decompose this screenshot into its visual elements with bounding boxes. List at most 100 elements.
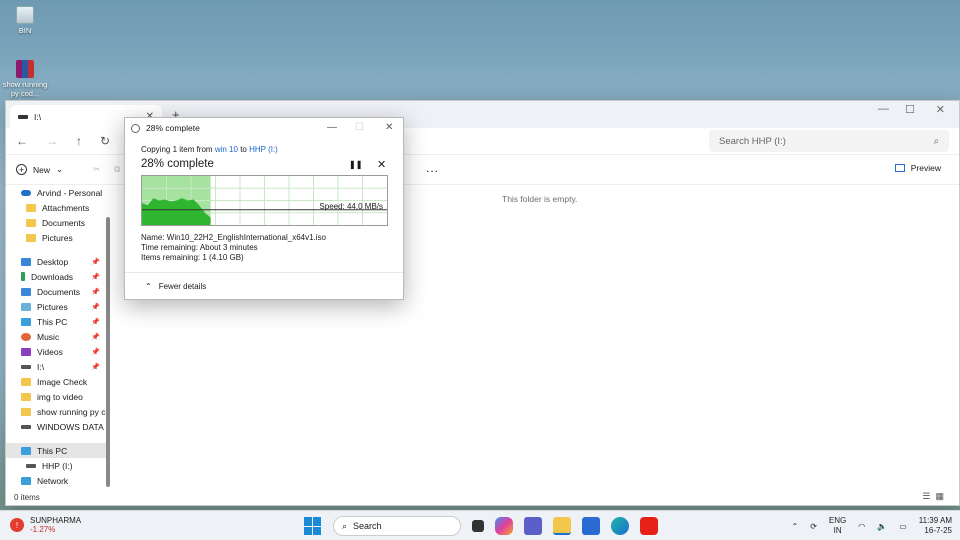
- sidebar-item-pictures[interactable]: Pictures 📌: [6, 299, 106, 314]
- sidebar-item-hhp[interactable]: HHP (I:): [6, 458, 106, 473]
- edge-icon[interactable]: [611, 517, 629, 535]
- sidebar-item-network[interactable]: Network: [6, 473, 106, 488]
- desktop-icon-bin[interactable]: BIN: [0, 6, 50, 35]
- wifi-icon[interactable]: ◠: [858, 522, 865, 531]
- store-icon[interactable]: [582, 517, 600, 535]
- sidebar-item-music[interactable]: Music 📌: [6, 329, 106, 344]
- pin-icon: 📌: [91, 303, 100, 311]
- file-name: Name: Win10_22H2_EnglishInternational_x6…: [141, 233, 326, 242]
- chevron-down-icon: ⌄: [56, 164, 64, 174]
- drive-icon: [21, 364, 31, 369]
- sidebar-item-pictures-cloud[interactable]: Pictures: [6, 230, 106, 245]
- pin-icon: 📌: [91, 273, 100, 281]
- stock-widget[interactable]: ! SUNPHARMA -1.27%: [10, 516, 81, 534]
- folder-icon: [26, 203, 36, 212]
- start-button[interactable]: [304, 517, 322, 535]
- search-input[interactable]: Search HHP (I:) ⌕: [709, 130, 949, 152]
- destination-link[interactable]: HHP (I:): [249, 145, 278, 154]
- pin-icon: 📌: [91, 258, 100, 266]
- file-explorer-icon[interactable]: [553, 517, 571, 535]
- video-icon: [21, 347, 31, 356]
- dialog-titlebar: 28% complete — ☐ ✕: [125, 118, 403, 138]
- youtube-icon[interactable]: [640, 517, 658, 535]
- time-remaining: Time remaining: About 3 minutes: [141, 243, 258, 252]
- music-icon: [21, 332, 31, 341]
- language-indicator[interactable]: ENG IN: [829, 516, 846, 536]
- desktop-icon: [21, 257, 31, 266]
- taskbar-search[interactable]: ⌕ Search: [333, 516, 461, 536]
- source-link[interactable]: win 10: [215, 145, 238, 154]
- drive-icon: [18, 114, 28, 119]
- sidebar-item-label: HHP (I:): [42, 460, 73, 471]
- view-toggle-buttons[interactable]: ☰▦: [922, 491, 949, 502]
- sidebar-item-label: img to video: [37, 391, 83, 402]
- sidebar-item-label: This PC: [37, 445, 68, 456]
- dialog-maximize-icon[interactable]: ☐: [355, 122, 364, 133]
- new-label: New: [33, 164, 51, 175]
- progress-heading: 28% complete: [141, 158, 214, 170]
- sidebar-item-attachments[interactable]: Attachments: [6, 200, 106, 215]
- dialog-minimize-icon[interactable]: —: [327, 122, 337, 133]
- sidebar-scrollbar[interactable]: [106, 217, 110, 487]
- computer-icon: [21, 317, 31, 326]
- clock[interactable]: 11:39 AM 16-7-25: [919, 516, 952, 536]
- cut-icon[interactable]: ✂: [93, 164, 100, 175]
- sidebar-item-onedrive[interactable]: Arvind - Personal: [6, 185, 106, 200]
- pictures-icon: [21, 302, 31, 311]
- sidebar-item-label: Pictures: [37, 301, 68, 312]
- fewer-details-button[interactable]: ⌃ Fewer details: [145, 282, 206, 291]
- chevron-up-icon[interactable]: ⌃: [792, 522, 799, 531]
- sidebar-item-documents-cloud[interactable]: Documents: [6, 215, 106, 230]
- minimize-icon[interactable]: —: [878, 103, 889, 115]
- stock-alert-icon: !: [10, 518, 24, 532]
- sidebar-item-label: Pictures: [42, 232, 73, 243]
- transfer-speed-graph: Speed: 44.0 MB/s: [141, 175, 388, 226]
- sidebar-item-image-check[interactable]: Image Check: [6, 374, 106, 389]
- speed-readout: Speed: 44.0 MB/s: [319, 202, 383, 211]
- sidebar-item-img-to-video[interactable]: img to video: [6, 389, 106, 404]
- fewer-details-label: Fewer details: [158, 282, 207, 291]
- up-icon[interactable]: ↑: [76, 134, 82, 148]
- battery-icon[interactable]: ▭: [899, 522, 907, 531]
- preview-button[interactable]: Preview: [894, 163, 941, 173]
- back-icon[interactable]: ←: [16, 134, 28, 148]
- new-button[interactable]: + New ⌄: [16, 164, 63, 175]
- pause-button[interactable]: ❚❚: [349, 160, 362, 169]
- sidebar-item-videos[interactable]: Videos 📌: [6, 344, 106, 359]
- volume-icon[interactable]: 🔈: [877, 522, 887, 531]
- sidebar-item-this-pc-pinned[interactable]: This PC 📌: [6, 314, 106, 329]
- folder-icon: [26, 218, 36, 227]
- sidebar-item-desktop[interactable]: Desktop 📌: [6, 254, 106, 269]
- drive-icon: [26, 463, 36, 468]
- sync-icon[interactable]: ⟳: [810, 522, 817, 531]
- close-icon[interactable]: ✕: [936, 103, 945, 116]
- sidebar-item-documents[interactable]: Documents 📌: [6, 284, 106, 299]
- more-options-button[interactable]: ...: [426, 161, 439, 175]
- sidebar-item-downloads[interactable]: Downloads 📌: [6, 269, 106, 284]
- taskbar-search-label: Search: [353, 521, 382, 531]
- sidebar-item-label: Documents: [37, 286, 80, 297]
- lang-bottom: IN: [833, 526, 842, 535]
- dialog-close-icon[interactable]: ✕: [385, 122, 393, 133]
- refresh-icon[interactable]: ↻: [100, 134, 110, 148]
- copilot-icon[interactable]: [495, 517, 513, 535]
- copy-prefix: Copying 1 item from: [141, 145, 213, 154]
- preview-label: Preview: [910, 163, 941, 173]
- cancel-copy-button[interactable]: ✕: [377, 158, 386, 171]
- task-view-icon[interactable]: [472, 520, 484, 532]
- sidebar-item-show-running[interactable]: show running py cod: [6, 404, 106, 419]
- clock-date: 16-7-25: [924, 526, 952, 535]
- search-icon: ⌕: [342, 520, 348, 531]
- maximize-icon[interactable]: ☐: [905, 103, 915, 116]
- copy-icon[interactable]: ⧉: [114, 164, 120, 175]
- sidebar-item-label: Documents: [42, 217, 85, 228]
- sidebar-item-i-drive[interactable]: I:\ 📌: [6, 359, 106, 374]
- forward-icon[interactable]: →: [46, 134, 58, 148]
- lang-top: ENG: [828, 516, 847, 525]
- folder-icon: [26, 233, 36, 242]
- sidebar-item-windows-data[interactable]: WINDOWS DATA (C:: [6, 419, 106, 434]
- sidebar-item-this-pc[interactable]: This PC: [6, 443, 106, 458]
- sidebar-item-label: WINDOWS DATA (C:: [37, 421, 106, 432]
- desktop-icon-script[interactable]: show running py cod...: [0, 60, 50, 98]
- teams-icon[interactable]: [524, 517, 542, 535]
